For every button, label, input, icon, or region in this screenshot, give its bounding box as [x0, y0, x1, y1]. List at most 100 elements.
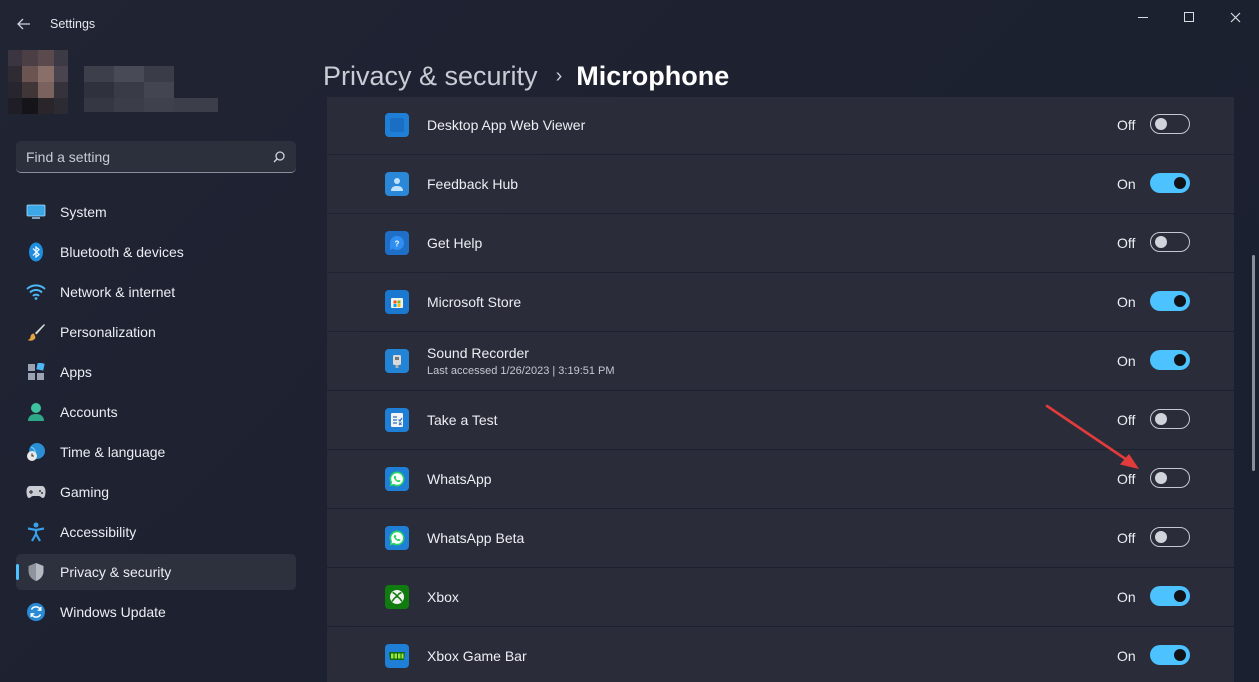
globe-clock-icon: [26, 442, 46, 462]
search-box[interactable]: [16, 141, 296, 173]
search-icon[interactable]: [272, 150, 286, 164]
sidebar-item-label: Accounts: [60, 404, 118, 420]
toggle-knob: [1174, 590, 1186, 602]
sidebar-item-gaming[interactable]: Gaming: [16, 474, 296, 510]
microphone-toggle[interactable]: [1150, 586, 1190, 606]
apps-icon: [26, 362, 46, 382]
accessibility-icon: [26, 522, 46, 542]
xbox-game-bar-icon: [385, 644, 409, 668]
app-name: Sound Recorder: [427, 345, 529, 361]
app-name: Xbox: [427, 589, 459, 605]
toggle-state-label: On: [1117, 353, 1136, 369]
person-icon: [26, 402, 46, 422]
sidebar-item-label: Windows Update: [60, 604, 166, 620]
toggle-knob: [1174, 295, 1186, 307]
app-row-get-help: ? Get Help Off: [327, 214, 1234, 272]
sidebar-item-system[interactable]: System: [16, 194, 296, 230]
sidebar-item-label: Network & internet: [60, 284, 176, 300]
sidebar-item-network[interactable]: Network & internet: [16, 274, 296, 310]
microphone-toggle[interactable]: [1150, 645, 1190, 665]
app-row-whatsapp-beta: WhatsApp Beta Off: [327, 509, 1234, 567]
sidebar-nav: System Bluetooth & devices Network & int…: [16, 194, 296, 634]
settings-window: Settings Find a setting System Bluetooth…: [0, 0, 1259, 682]
microphone-toggle[interactable]: [1150, 409, 1190, 429]
microphone-toggle[interactable]: [1150, 232, 1190, 252]
sidebar-item-label: Gaming: [60, 484, 110, 500]
close-button[interactable]: [1212, 0, 1258, 34]
app-row-desktop-app-web-viewer: Desktop App Web Viewer Off: [327, 97, 1234, 154]
sidebar-item-bluetooth[interactable]: Bluetooth & devices: [16, 234, 296, 270]
app-row-sound-recorder: Sound Recorder Last accessed 1/26/2023 |…: [327, 332, 1234, 390]
app-permission-list: Desktop App Web Viewer Off Feedback Hub …: [327, 97, 1234, 682]
store-icon: [385, 290, 409, 314]
sidebar-item-accessibility[interactable]: Accessibility: [16, 514, 296, 550]
gamepad-icon: [26, 482, 46, 502]
last-accessed-text: Last accessed 1/26/2023 | 3:19:51 PM: [427, 365, 615, 377]
feedback-hub-icon: [385, 172, 409, 196]
minimize-icon: [1138, 16, 1148, 18]
sidebar-item-accounts[interactable]: Accounts: [16, 394, 296, 430]
app-name: Desktop App Web Viewer: [427, 117, 586, 133]
sidebar-item-privacy[interactable]: Privacy & security: [16, 554, 296, 590]
microphone-toggle[interactable]: [1150, 173, 1190, 193]
sidebar-item-apps[interactable]: Apps: [16, 354, 296, 390]
toggle-state-label: On: [1117, 176, 1136, 192]
toggle-knob: [1155, 236, 1167, 248]
breadcrumb: Privacy & security › Microphone: [323, 58, 729, 94]
sidebar-item-label: Personalization: [60, 324, 156, 340]
sidebar-item-update[interactable]: Windows Update: [16, 594, 296, 630]
minimize-button[interactable]: [1120, 0, 1166, 34]
microphone-toggle[interactable]: [1150, 114, 1190, 134]
sidebar-item-label: Accessibility: [60, 524, 137, 540]
microphone-toggle[interactable]: [1150, 468, 1190, 488]
toggle-knob: [1155, 472, 1167, 484]
maximize-button[interactable]: [1166, 0, 1212, 34]
toggle-state-label: Off: [1117, 117, 1136, 133]
microphone-toggle[interactable]: [1150, 527, 1190, 547]
back-arrow-icon: [17, 18, 30, 30]
whatsapp-icon: [385, 467, 409, 491]
monitor-icon: [26, 202, 46, 222]
back-button[interactable]: [10, 10, 38, 38]
app-name: Xbox Game Bar: [427, 648, 527, 664]
scrollbar-thumb[interactable]: [1252, 255, 1255, 471]
xbox-icon: [385, 585, 409, 609]
sidebar-item-time[interactable]: Time & language: [16, 434, 296, 470]
app-row-feedback-hub: Feedback Hub On: [327, 155, 1234, 213]
breadcrumb-parent-link[interactable]: Privacy & security: [323, 61, 538, 92]
page-title: Microphone: [576, 60, 730, 91]
toggle-knob: [1174, 649, 1186, 661]
app-name: Microsoft Store: [427, 294, 522, 310]
app-row-microsoft-store: Microsoft Store On: [327, 273, 1234, 331]
microphone-toggle[interactable]: [1150, 291, 1190, 311]
sidebar-item-label: Privacy & security: [60, 564, 172, 580]
app-title: Settings: [50, 17, 96, 31]
app-row-xbox: Xbox On: [327, 568, 1234, 626]
toggle-state-label: On: [1117, 294, 1136, 310]
sidebar-item-label: System: [60, 204, 107, 220]
toggle-state-label: On: [1117, 648, 1136, 664]
user-profile[interactable]: [8, 50, 220, 122]
app-name: Take a Test: [427, 412, 498, 428]
bluetooth-icon: [26, 242, 46, 262]
microphone-toggle[interactable]: [1150, 350, 1190, 370]
whatsapp-icon: [385, 526, 409, 550]
search-input[interactable]: [26, 148, 272, 165]
maximize-icon: [1184, 12, 1194, 22]
sidebar-item-label: Time & language: [60, 444, 166, 460]
sidebar-item-personalization[interactable]: Personalization: [16, 314, 296, 350]
take-a-test-icon: [385, 408, 409, 432]
app-name: WhatsApp: [427, 471, 492, 487]
web-viewer-icon: [385, 113, 409, 137]
toggle-state-label: On: [1117, 589, 1136, 605]
svg-text:?: ?: [395, 240, 400, 249]
title-bar: Settings: [0, 0, 1259, 48]
wifi-icon: [26, 282, 46, 302]
app-name: Get Help: [427, 235, 483, 251]
update-icon: [26, 602, 46, 622]
sidebar-item-label: Apps: [60, 364, 92, 380]
app-name: Feedback Hub: [427, 176, 519, 192]
app-row-xbox-game-bar: Xbox Game Bar On: [327, 627, 1234, 682]
sidebar-item-label: Bluetooth & devices: [60, 244, 184, 260]
toggle-knob: [1174, 354, 1186, 366]
